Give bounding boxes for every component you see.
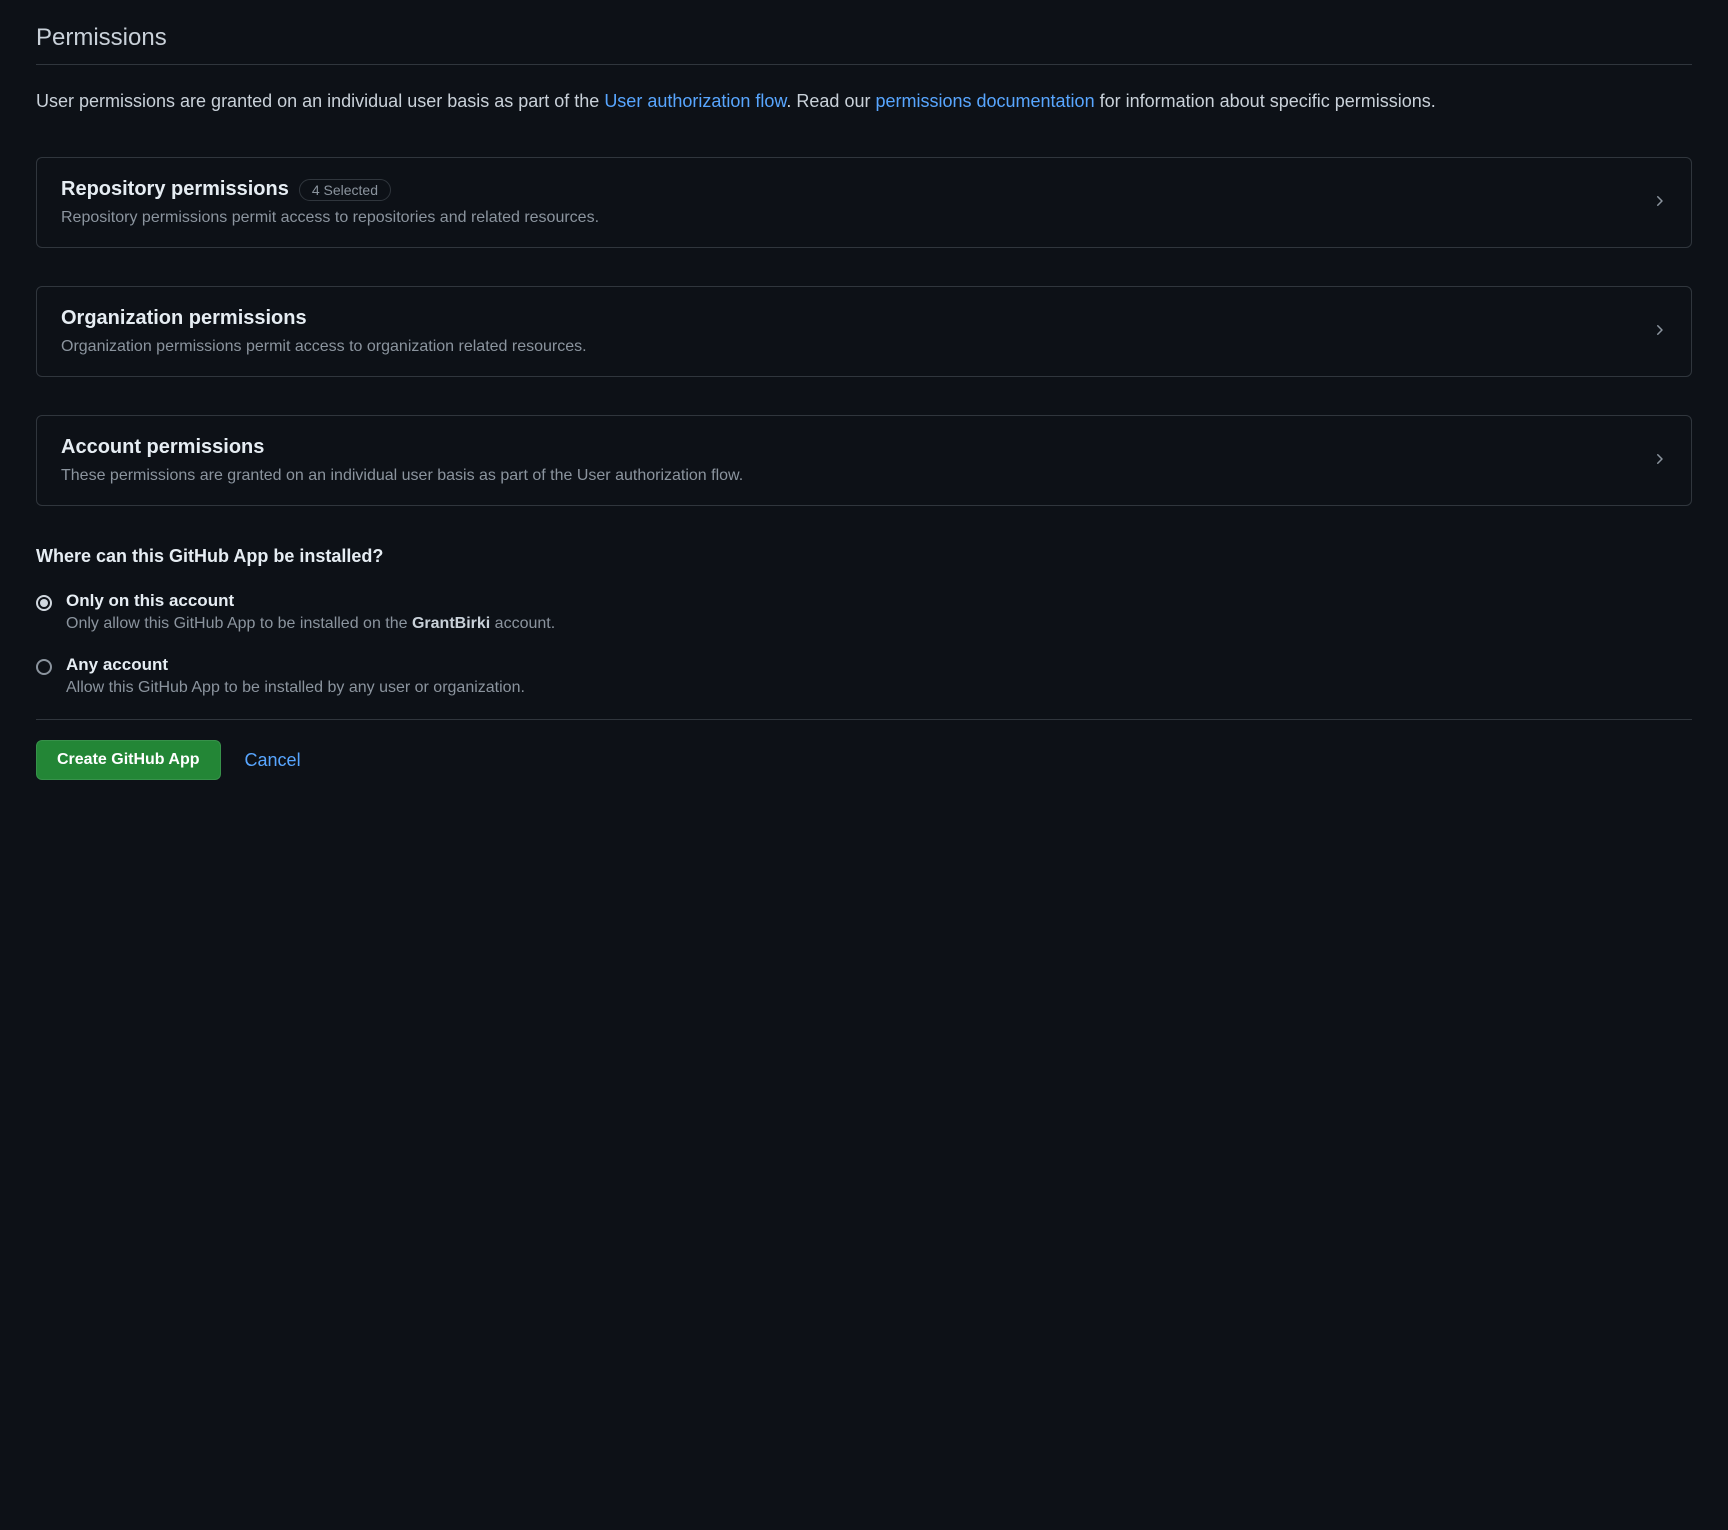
account-permissions-desc: These permissions are granted on an indi… [61, 467, 1639, 485]
any-account-label: Any account [66, 655, 1692, 675]
account-permissions-title: Account permissions [61, 436, 264, 459]
cancel-link[interactable]: Cancel [245, 750, 301, 771]
only-this-account-radio[interactable] [36, 595, 52, 611]
repository-permissions-card[interactable]: Repository permissions 4 Selected Reposi… [36, 157, 1692, 248]
organization-permissions-card[interactable]: Organization permissions Organization pe… [36, 286, 1692, 377]
install-location-heading: Where can this GitHub App be installed? [36, 546, 1692, 567]
any-account-desc: Allow this GitHub App to be installed by… [66, 679, 1692, 697]
only-this-account-label: Only on this account [66, 591, 1692, 611]
repository-permissions-title: Repository permissions [61, 178, 289, 201]
only-this-account-option[interactable]: Only on this account Only allow this Git… [36, 591, 1692, 633]
chevron-right-icon [1651, 451, 1667, 470]
description-text: . Read our [786, 91, 875, 111]
any-account-radio[interactable] [36, 659, 52, 675]
organization-permissions-title: Organization permissions [61, 307, 307, 330]
permissions-heading: Permissions [36, 24, 1692, 65]
account-permissions-card[interactable]: Account permissions These permissions ar… [36, 415, 1692, 506]
organization-permissions-desc: Organization permissions permit access t… [61, 338, 1639, 356]
any-account-option[interactable]: Any account Allow this GitHub App to be … [36, 655, 1692, 697]
create-github-app-button[interactable]: Create GitHub App [36, 740, 221, 780]
permissions-documentation-link[interactable]: permissions documentation [875, 91, 1094, 111]
repository-permissions-desc: Repository permissions permit access to … [61, 209, 1639, 227]
repository-permissions-badge: 4 Selected [299, 179, 391, 201]
account-name: GrantBirki [412, 615, 490, 632]
chevron-right-icon [1651, 322, 1667, 341]
description-text: for information about specific permissio… [1095, 91, 1436, 111]
only-this-account-desc: Only allow this GitHub App to be install… [66, 615, 1692, 633]
description-text: User permissions are granted on an indiv… [36, 91, 604, 111]
permissions-description: User permissions are granted on an indiv… [36, 85, 1692, 117]
user-authorization-flow-link[interactable]: User authorization flow [604, 91, 786, 111]
chevron-right-icon [1651, 193, 1667, 212]
